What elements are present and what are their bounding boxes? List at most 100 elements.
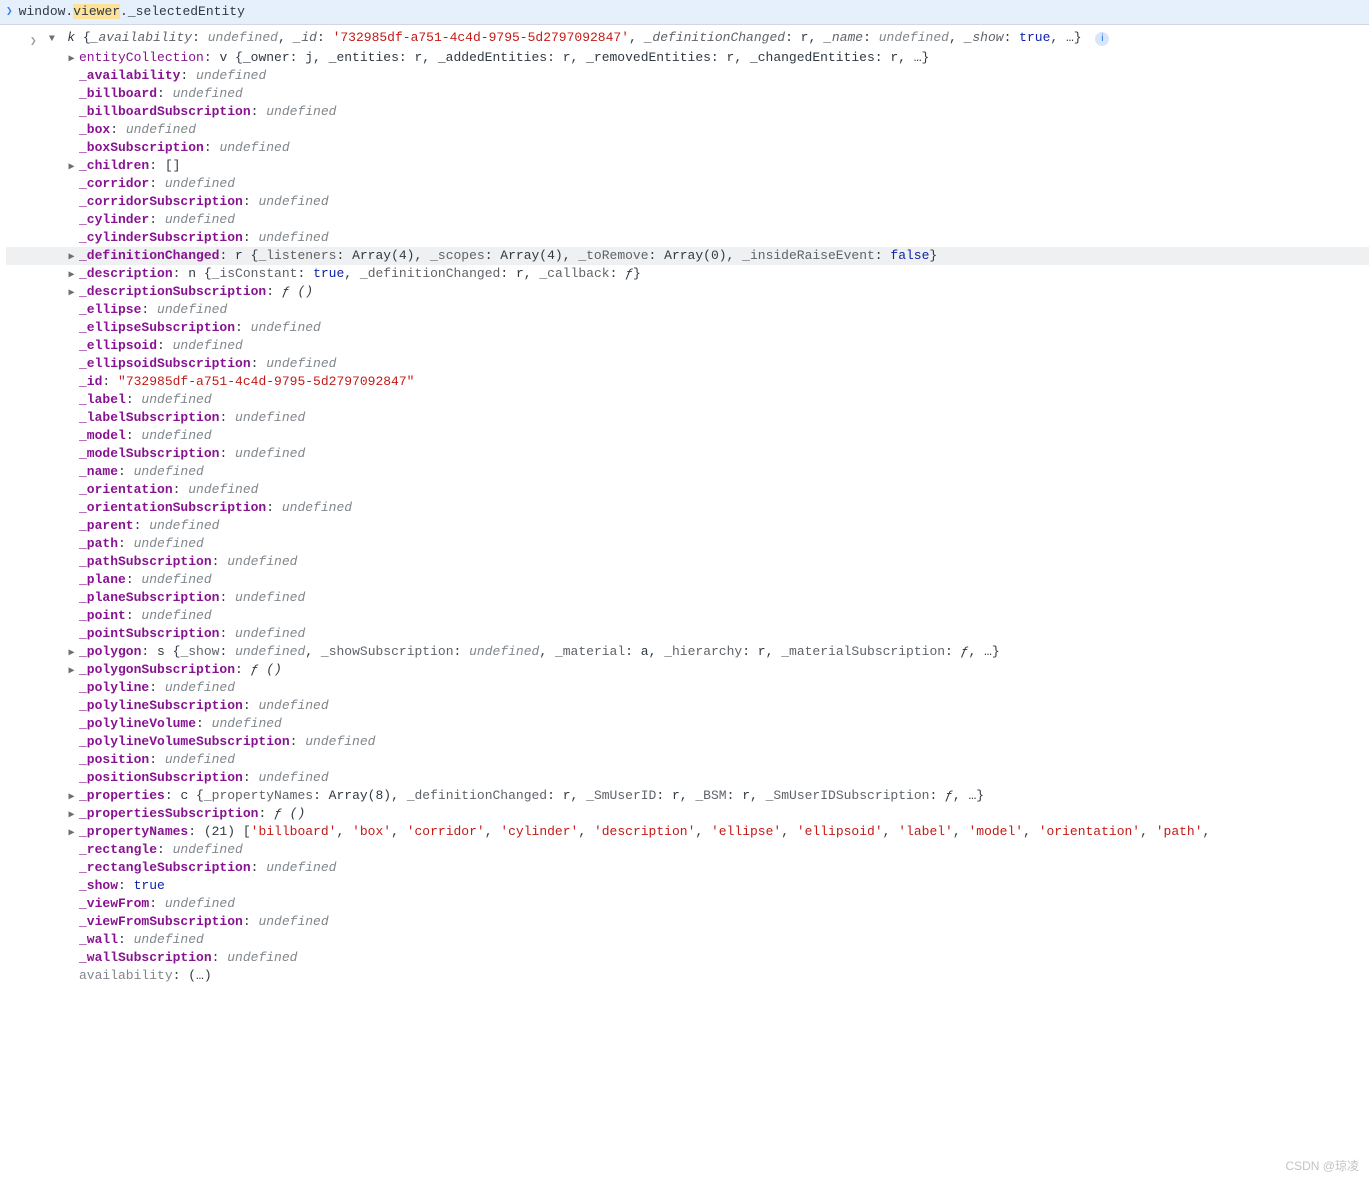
- property-key: _propertiesSubscription: [79, 806, 258, 821]
- property-value: undefined: [282, 500, 352, 515]
- property-row[interactable]: _corridor: undefined: [6, 175, 1369, 193]
- property-row[interactable]: _wall: undefined: [6, 931, 1369, 949]
- property-value: ƒ (): [282, 284, 313, 299]
- property-row[interactable]: _definitionChanged: r {_listeners: Array…: [6, 247, 1369, 265]
- chevron-right-icon[interactable]: [66, 51, 77, 62]
- property-row[interactable]: _polylineVolume: undefined: [6, 715, 1369, 733]
- property-row[interactable]: _ellipseSubscription: undefined: [6, 319, 1369, 337]
- property-row[interactable]: _descriptionSubscription: ƒ (): [6, 283, 1369, 301]
- property-row[interactable]: _polylineSubscription: undefined: [6, 697, 1369, 715]
- property-row[interactable]: _polylineVolumeSubscription: undefined: [6, 733, 1369, 751]
- property-value: undefined: [141, 428, 211, 443]
- chevron-down-icon[interactable]: [46, 31, 57, 42]
- property-key: _cylinder: [79, 212, 149, 227]
- chevron-right-icon[interactable]: [66, 825, 77, 836]
- property-row[interactable]: _path: undefined: [6, 535, 1369, 553]
- property-row[interactable]: _label: undefined: [6, 391, 1369, 409]
- chevron-right-icon[interactable]: [66, 807, 77, 818]
- object-header-row[interactable]: ❮ k {_availability: undefined, _id: '732…: [6, 29, 1369, 49]
- chevron-right-icon[interactable]: [66, 249, 77, 260]
- property-row[interactable]: _children: []: [6, 157, 1369, 175]
- property-row[interactable]: _wallSubscription: undefined: [6, 949, 1369, 967]
- property-value: undefined: [235, 446, 305, 461]
- chevron-right-icon[interactable]: [66, 645, 77, 656]
- property-row[interactable]: _parent: undefined: [6, 517, 1369, 535]
- spacer: [66, 428, 77, 439]
- property-row[interactable]: _description: n {_isConstant: true, _def…: [6, 265, 1369, 283]
- property-value: undefined: [165, 176, 235, 191]
- property-key: _rectangleSubscription: [79, 860, 251, 875]
- property-key: _position: [79, 752, 149, 767]
- property-tree: entityCollection: v {_owner: j, _entitie…: [6, 49, 1369, 985]
- property-row[interactable]: _cylinder: undefined: [6, 211, 1369, 229]
- prompt-arrow-icon: ❯: [6, 3, 13, 21]
- property-row[interactable]: _orientation: undefined: [6, 481, 1369, 499]
- property-row[interactable]: _orientationSubscription: undefined: [6, 499, 1369, 517]
- property-key: _cylinderSubscription: [79, 230, 243, 245]
- property-key: _rectangle: [79, 842, 157, 857]
- property-key: _availability: [79, 68, 180, 83]
- property-key: _ellipsoidSubscription: [79, 356, 251, 371]
- property-row[interactable]: _ellipse: undefined: [6, 301, 1369, 319]
- chevron-right-icon[interactable]: [66, 789, 77, 800]
- property-value: undefined: [258, 770, 328, 785]
- property-value: undefined: [235, 626, 305, 641]
- spacer: [66, 464, 77, 475]
- info-icon[interactable]: i: [1095, 32, 1109, 46]
- property-row[interactable]: _point: undefined: [6, 607, 1369, 625]
- chevron-right-icon[interactable]: [66, 267, 77, 278]
- property-key: _ellipse: [79, 302, 141, 317]
- property-row[interactable]: _viewFrom: undefined: [6, 895, 1369, 913]
- property-value: (21) ['billboard', 'box', 'corridor', 'c…: [204, 824, 1211, 839]
- property-row[interactable]: _viewFromSubscription: undefined: [6, 913, 1369, 931]
- chevron-right-icon[interactable]: [66, 663, 77, 674]
- spacer: [66, 608, 77, 619]
- property-value: []: [165, 158, 181, 173]
- property-row[interactable]: _position: undefined: [6, 751, 1369, 769]
- property-row[interactable]: entityCollection: v {_owner: j, _entitie…: [6, 49, 1369, 67]
- property-row[interactable]: _plane: undefined: [6, 571, 1369, 589]
- property-row[interactable]: _model: undefined: [6, 427, 1369, 445]
- property-row[interactable]: _polyline: undefined: [6, 679, 1369, 697]
- property-row[interactable]: _ellipsoid: undefined: [6, 337, 1369, 355]
- property-value: undefined: [258, 194, 328, 209]
- property-row[interactable]: _billboard: undefined: [6, 85, 1369, 103]
- property-row[interactable]: _rectangleSubscription: undefined: [6, 859, 1369, 877]
- property-value: undefined: [235, 590, 305, 605]
- property-value: undefined: [165, 212, 235, 227]
- property-row[interactable]: _billboardSubscription: undefined: [6, 103, 1369, 121]
- property-row[interactable]: _boxSubscription: undefined: [6, 139, 1369, 157]
- property-value: c {_propertyNames: Array(8), _definition…: [180, 788, 984, 803]
- spacer: [66, 896, 77, 907]
- property-row[interactable]: _show: true: [6, 877, 1369, 895]
- property-key: _corridorSubscription: [79, 194, 243, 209]
- property-row[interactable]: _modelSubscription: undefined: [6, 445, 1369, 463]
- property-row[interactable]: _corridorSubscription: undefined: [6, 193, 1369, 211]
- property-row[interactable]: _rectangle: undefined: [6, 841, 1369, 859]
- property-row[interactable]: _planeSubscription: undefined: [6, 589, 1369, 607]
- property-key: _billboardSubscription: [79, 104, 251, 119]
- property-row[interactable]: _ellipsoidSubscription: undefined: [6, 355, 1369, 373]
- property-key: _polylineSubscription: [79, 698, 243, 713]
- property-row[interactable]: _labelSubscription: undefined: [6, 409, 1369, 427]
- property-value: undefined: [188, 482, 258, 497]
- property-row[interactable]: _positionSubscription: undefined: [6, 769, 1369, 787]
- property-row[interactable]: _availability: undefined: [6, 67, 1369, 85]
- property-row[interactable]: _pathSubscription: undefined: [6, 553, 1369, 571]
- property-row[interactable]: _id: "732985df-a751-4c4d-9795-5d27970928…: [6, 373, 1369, 391]
- property-row[interactable]: _properties: c {_propertyNames: Array(8)…: [6, 787, 1369, 805]
- property-row[interactable]: _pointSubscription: undefined: [6, 625, 1369, 643]
- chevron-right-icon[interactable]: [66, 285, 77, 296]
- chevron-right-icon[interactable]: [66, 159, 77, 170]
- property-row[interactable]: _cylinderSubscription: undefined: [6, 229, 1369, 247]
- property-row[interactable]: _propertyNames: (21) ['billboard', 'box'…: [6, 823, 1369, 841]
- spacer: [66, 338, 77, 349]
- property-row[interactable]: _propertiesSubscription: ƒ (): [6, 805, 1369, 823]
- property-row[interactable]: _polygon: s {_show: undefined, _showSubs…: [6, 643, 1369, 661]
- console-input-row[interactable]: ❯ window.viewer._selectedEntity: [0, 0, 1369, 25]
- property-row[interactable]: _name: undefined: [6, 463, 1369, 481]
- property-key: _pointSubscription: [79, 626, 219, 641]
- property-row[interactable]: _box: undefined: [6, 121, 1369, 139]
- property-row[interactable]: availability: (…): [6, 967, 1369, 985]
- property-row[interactable]: _polygonSubscription: ƒ (): [6, 661, 1369, 679]
